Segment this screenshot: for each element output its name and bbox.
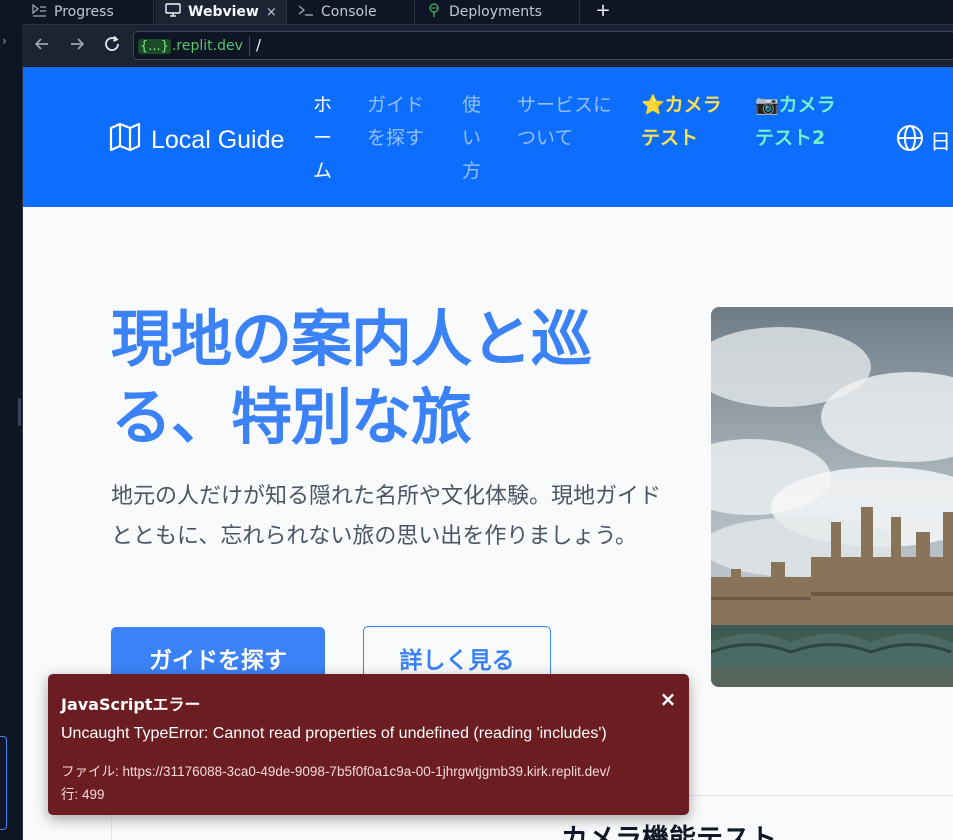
- file-url: https://31176088-3ca0-49de-9098-7b5f0f0a…: [122, 764, 611, 779]
- add-tab-button[interactable]: +: [595, 0, 611, 24]
- forward-arrow-icon[interactable]: [67, 35, 87, 55]
- resize-handle[interactable]: [18, 398, 21, 426]
- line-number: 499: [82, 787, 105, 802]
- line-label: 行:: [61, 787, 79, 802]
- site-header: Local Guide ホーム ガイドを探す 使い方 サービスについて ⭐カメラ…: [23, 67, 953, 207]
- deployments-icon: [426, 3, 442, 21]
- language-label: 日: [930, 129, 951, 154]
- camera-section-title: カメラ機能テスト: [561, 824, 777, 840]
- nav-how-to[interactable]: 使い方: [462, 89, 486, 188]
- chevron-icon[interactable]: ›: [2, 34, 7, 48]
- error-title: JavaScriptエラー: [61, 695, 201, 714]
- globe-icon: [896, 124, 924, 157]
- reload-icon[interactable]: [102, 35, 122, 55]
- webview-url-bar: {...} .replit.dev /: [22, 25, 953, 66]
- nav-camera-test-2[interactable]: 📷カメラテスト2: [755, 89, 847, 155]
- nav-find-guide[interactable]: ガイドを探す: [367, 89, 431, 155]
- tab-progress[interactable]: Progress: [22, 0, 154, 24]
- url-input[interactable]: {...} .replit.dev /: [133, 31, 953, 60]
- file-label: ファイル:: [61, 764, 119, 779]
- url-path[interactable]: /: [256, 36, 261, 54]
- hero-image: [711, 307, 953, 687]
- hero-subtitle: 地元の人だけが知る隠れた名所や文化体験。現地ガイドとともに、忘れられない旅の思い…: [111, 484, 662, 549]
- tab-label: Console: [321, 4, 377, 20]
- host-domain: .replit.dev: [171, 38, 243, 54]
- nav-camera-test[interactable]: ⭐カメラテスト: [641, 89, 733, 155]
- language-selector[interactable]: 日: [896, 124, 951, 157]
- tab-console[interactable]: Console: [288, 0, 415, 24]
- close-tab-icon[interactable]: ×: [266, 5, 277, 20]
- nav-about[interactable]: サービスについて: [517, 89, 621, 155]
- nav-home[interactable]: ホーム: [313, 89, 337, 188]
- tab-label: Progress: [54, 4, 114, 20]
- tab-deployments[interactable]: Deployments: [416, 0, 580, 24]
- ide-tab-bar: Progress Webview × Console Deployments +: [22, 0, 953, 25]
- error-location: ファイル: https://31176088-3ca0-49de-9098-7b…: [61, 760, 686, 806]
- panel-frame: [0, 736, 7, 830]
- terminal-icon: [298, 4, 314, 21]
- url-host: {...} .replit.dev: [138, 36, 250, 56]
- map-icon: [109, 122, 141, 159]
- tab-label: Webview: [188, 4, 259, 20]
- error-message: Uncaught TypeError: Cannot read properti…: [61, 725, 607, 742]
- close-icon[interactable]: ×: [659, 689, 677, 709]
- progress-icon: [32, 3, 47, 21]
- tab-webview[interactable]: Webview ×: [155, 0, 287, 24]
- monitor-icon: [165, 3, 181, 21]
- back-arrow-icon[interactable]: [32, 35, 52, 55]
- js-error-toast: JavaScriptエラー × Uncaught TypeError: Cann…: [48, 674, 689, 815]
- brand-name: Local Guide: [151, 126, 285, 154]
- hero-title: 現地の案内人と巡る、特別な旅: [111, 304, 592, 453]
- host-badge: {...}: [138, 38, 171, 54]
- brand-link[interactable]: Local Guide: [109, 122, 284, 159]
- tab-label: Deployments: [449, 4, 542, 20]
- ide-left-strip: ›: [0, 0, 23, 840]
